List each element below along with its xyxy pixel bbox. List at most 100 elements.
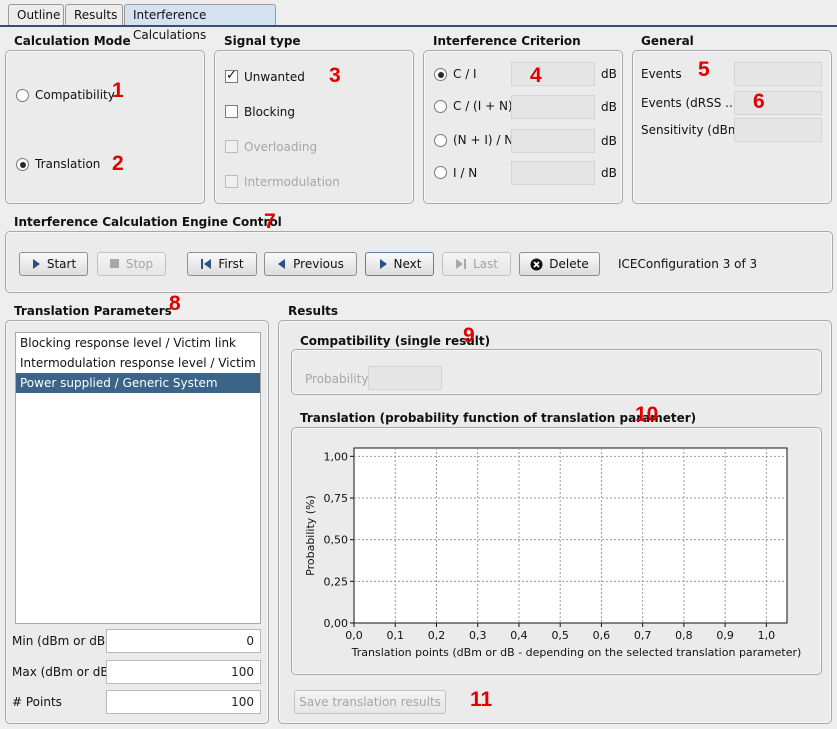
next-icon [378,258,388,270]
stop-button-label: Stop [125,257,154,271]
min-label: Min (dBm or dB) [12,634,110,648]
ci-radio[interactable] [434,68,447,81]
cin-field[interactable] [511,95,595,119]
in-label: I / N [453,166,478,180]
play-icon [31,258,41,270]
criterion-heading: Interference Criterion [433,34,581,48]
min-input[interactable]: 0 [106,629,261,653]
translation-chart: 1,000,750,500,250,00 0,0 0,1 0,2 0,3 0,4 0,5 0… [304,447,802,659]
last-button[interactable]: Last [442,252,511,276]
nin-field[interactable] [511,129,595,153]
compatibility-panel: Probability [291,349,822,395]
skip-first-icon [200,258,212,270]
translation-params-heading: Translation Parameters [14,304,172,318]
stop-button[interactable]: Stop [97,252,166,276]
calc-mode-panel: Compatibility Translation [5,50,205,204]
overloading-checkbox[interactable] [225,140,238,153]
nin-unit: dB [601,134,617,148]
in-radio[interactable] [434,166,447,179]
points-input[interactable]: 100 [106,690,261,714]
tab-bar: Outline Results Interference Calculation… [0,0,837,42]
marker-6: 6 [753,90,765,113]
marker-10: 10 [635,403,659,426]
blocking-checkbox[interactable] [225,105,238,118]
save-translation-results-button[interactable]: Save translation results [294,690,446,714]
marker-11: 11 [470,688,493,711]
y-axis-label: Probability (%) [304,495,317,576]
previous-button-label: Previous [293,257,344,271]
intermodulation-checkbox[interactable] [225,175,238,188]
results-panel: Compatibility (single result) Probabilit… [278,320,832,724]
x-tick-label: 0,2 [428,629,446,642]
x-tick-label: 0,9 [716,629,734,642]
cin-radio[interactable] [434,100,447,113]
previous-button[interactable]: Previous [264,252,357,276]
previous-icon [277,258,287,270]
skip-last-icon [455,258,467,270]
nin-label: (N + I) / N [453,133,514,147]
delete-button[interactable]: Delete [519,252,600,276]
intermodulation-label: Intermodulation [244,175,340,189]
signal-type-panel: Unwanted Blocking Overloading Intermodul… [214,50,414,204]
overloading-label: Overloading [244,140,318,154]
engine-panel: Start Stop First Previous Next Last Dele… [5,231,833,293]
x-tick-label: 0,5 [551,629,569,642]
general-panel: Events Events (dRSS ... Sensitivity (dBm… [632,50,832,204]
points-label: # Points [12,695,62,709]
compatibility-heading: Compatibility (single result) [300,334,491,348]
marker-5: 5 [698,58,710,81]
marker-3: 3 [329,64,341,87]
list-item-intermodulation[interactable]: Intermodulation response level / Victim … [16,353,260,373]
list-item-power-supplied[interactable]: Power supplied / Generic System [16,373,260,393]
events-field[interactable] [734,62,822,86]
delete-icon [530,258,543,271]
calc-mode-heading: Calculation Mode [14,34,131,48]
compatibility-radio[interactable] [16,89,29,102]
marker-4: 4 [530,64,542,87]
list-item-blocking[interactable]: Blocking response level / Victim link [16,333,260,353]
marker-7: 7 [264,210,276,233]
translation-radio[interactable] [16,158,29,171]
results-heading: Results [288,304,339,318]
marker-9: 9 [463,324,475,347]
probability-label: Probability [305,372,369,386]
start-button[interactable]: Start [19,252,88,276]
x-axis-label: Translation points (dBm or dB - dependin… [351,646,802,659]
tab-results[interactable]: Results [65,4,123,26]
x-tick-label: 0,6 [593,629,611,642]
translation-chart-panel: 1,00 0,75 0,50 0,25 0,00 0,0 0,1 0,2 0,3 0,4 0,5 0… [291,427,822,675]
ci-field[interactable] [511,62,595,86]
general-heading: General [641,34,694,48]
x-tick-label: 0,1 [386,629,404,642]
first-button-label: First [218,257,244,271]
last-button-label: Last [473,257,498,271]
marker-2: 2 [112,152,124,175]
events-drss-label: Events (dRSS ... [641,96,737,110]
sensitivity-field[interactable] [734,118,822,142]
marker-8: 8 [169,292,181,315]
blocking-label: Blocking [244,105,296,119]
y-tick-label: 1,00 [324,450,349,463]
in-field[interactable] [511,161,595,185]
save-button-label: Save translation results [299,695,441,709]
max-input[interactable]: 100 [106,660,261,684]
sensitivity-label: Sensitivity (dBm) [641,123,745,137]
events-label: Events [641,67,682,81]
compatibility-label: Compatibility [35,88,115,102]
nin-radio[interactable] [434,134,447,147]
delete-button-label: Delete [549,257,589,271]
start-button-label: Start [46,257,77,271]
configuration-status: ICEConfiguration 3 of 3 [618,257,758,271]
events-drss-field[interactable] [734,91,822,115]
tab-underline [0,25,837,27]
tab-interference-calculations[interactable]: Interference Calculations [124,4,276,42]
tab-outline[interactable]: Outline [8,4,64,26]
x-tick-label: 0,8 [675,629,693,642]
x-tick-label: 0,3 [469,629,487,642]
translation-parameter-list[interactable]: Blocking response level / Victim link In… [15,332,261,624]
max-label: Max (dBm or dB) [12,665,114,679]
next-button[interactable]: Next [365,252,434,276]
first-button[interactable]: First [187,252,257,276]
unwanted-checkbox[interactable] [225,68,238,83]
marker-1: 1 [112,79,124,102]
